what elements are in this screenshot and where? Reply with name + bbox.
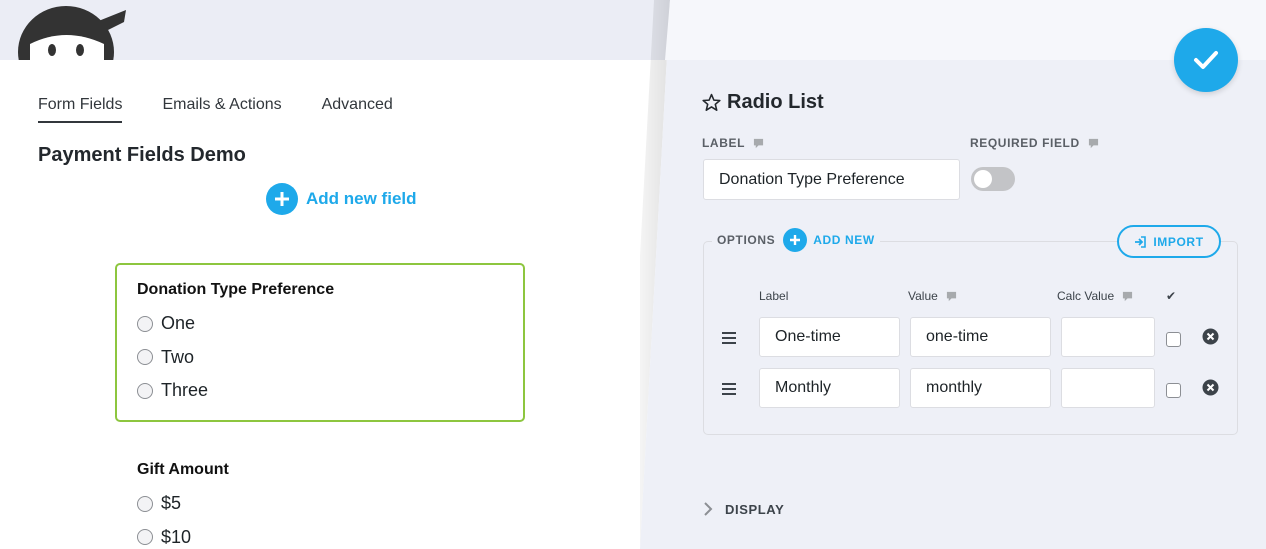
field-card-gift-amount[interactable]: Gift Amount $5 $10 (115, 443, 525, 549)
drawer-title-text: Radio List (727, 91, 824, 113)
radio-option: $10 (137, 521, 503, 549)
sign-in-icon (1135, 235, 1147, 248)
builder-tabs: Form Fields Emails & Actions Advanced (38, 96, 393, 123)
option-selected-checkbox[interactable] (1166, 383, 1181, 398)
radio-button[interactable] (137, 495, 153, 512)
hamburger-icon[interactable] (722, 332, 736, 347)
option-calc-input[interactable] (1061, 317, 1155, 357)
speech-bubble-icon[interactable] (946, 291, 957, 302)
add-new-label: ADD NEW (813, 233, 875, 247)
field-label: Donation Type Preference (137, 281, 335, 298)
star-outline-icon (702, 93, 721, 111)
option-label-input[interactable]: Monthly (759, 368, 900, 408)
radio-option: $5 (137, 487, 503, 521)
radio-option: Three (137, 374, 503, 408)
plus-icon (266, 183, 298, 215)
check-icon (1194, 51, 1218, 69)
column-label-text: Label (759, 289, 789, 303)
display-heading: DISPLAY (725, 501, 785, 517)
add-new-option-button[interactable]: ADD NEW (783, 228, 875, 252)
option-calc-input[interactable] (1061, 368, 1155, 408)
tab-advanced[interactable]: Advanced (322, 96, 393, 123)
label-heading-text: LABEL (702, 136, 745, 150)
done-button[interactable] (1174, 28, 1238, 92)
chevron-right-icon (704, 502, 713, 516)
label-heading: LABEL (702, 136, 764, 150)
column-calc-text: Calc Value (1057, 289, 1115, 303)
column-calc-heading: Calc Value (1057, 289, 1133, 303)
required-heading: REQUIRED FIELD (970, 136, 1099, 150)
options-legend: OPTIONS ADD NEW (712, 228, 880, 252)
radio-option: Two (137, 341, 503, 375)
radio-option-label: Three (161, 380, 209, 401)
column-label-heading: Label (759, 289, 788, 303)
form-builder: Form Fields Emails & Actions Advanced Pa… (0, 60, 670, 549)
field-card-donation-type[interactable]: Donation Type Preference One Two Three (115, 263, 525, 422)
column-value-heading: Value (908, 289, 957, 303)
option-selected-checkbox[interactable] (1166, 332, 1181, 347)
radio-option-label: Two (161, 346, 195, 367)
column-selected-heading: ✔ (1166, 289, 1176, 303)
radio-option-label: $10 (161, 526, 192, 547)
field-label: Gift Amount (137, 461, 229, 478)
close-circle-icon[interactable] (1202, 328, 1219, 345)
radio-button[interactable] (137, 315, 153, 332)
add-new-field-button[interactable]: Add new field (266, 183, 417, 215)
tab-emails-actions[interactable]: Emails & Actions (162, 96, 281, 123)
display-section-toggle[interactable]: DISPLAY (703, 501, 784, 517)
option-label-input[interactable]: One-time (759, 317, 900, 357)
required-heading-text: REQUIRED FIELD (970, 136, 1080, 150)
field-label-input[interactable]: Donation Type Preference (703, 159, 960, 200)
radio-option-label: $5 (161, 493, 182, 514)
option-value-input[interactable]: one-time (910, 317, 1051, 357)
import-label: IMPORT (1153, 234, 1204, 249)
radio-button[interactable] (137, 382, 153, 399)
options-heading: OPTIONS (717, 233, 776, 247)
speech-bubble-icon[interactable] (1088, 138, 1099, 149)
radio-button[interactable] (137, 349, 153, 366)
toggle-knob (974, 170, 992, 188)
close-circle-icon[interactable] (1202, 379, 1219, 396)
option-value-input[interactable]: monthly (910, 368, 1051, 408)
tab-form-fields[interactable]: Form Fields (38, 96, 123, 123)
ninja-logo (16, 0, 128, 60)
form-title: Payment Fields Demo (38, 144, 246, 166)
radio-button[interactable] (137, 529, 153, 546)
hamburger-icon[interactable] (722, 383, 736, 398)
drawer-title: Radio List (702, 91, 824, 114)
add-new-field-label: Add new field (306, 189, 417, 208)
speech-bubble-icon[interactable] (753, 138, 764, 149)
column-selected-text: ✔ (1166, 289, 1177, 303)
required-field-toggle[interactable] (971, 167, 1015, 191)
speech-bubble-icon[interactable] (1122, 291, 1133, 302)
import-button[interactable]: IMPORT (1117, 225, 1221, 258)
radio-option-label: One (161, 313, 196, 334)
radio-option: One (137, 307, 503, 341)
column-value-text: Value (908, 289, 938, 303)
plus-icon (783, 228, 808, 252)
